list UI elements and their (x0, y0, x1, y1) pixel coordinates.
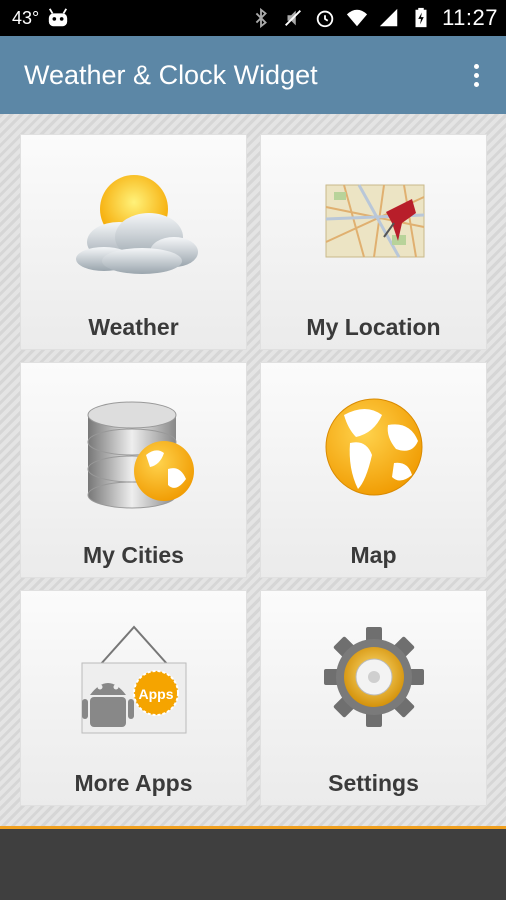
globe-icon (325, 398, 422, 496)
temperature-text: 43° (12, 7, 40, 28)
map-tile[interactable]: Map (260, 362, 487, 578)
apps-badge-text: Apps (138, 686, 173, 702)
bottom-area (0, 829, 506, 900)
status-bar: 43° 11:27 (0, 0, 506, 36)
tile-label: Map (350, 542, 397, 568)
app-bar: Weather & Clock Widget (0, 36, 506, 114)
bluetooth-icon (255, 7, 268, 29)
tile-grid: Weather My Location My Cities Map Apps M… (20, 134, 487, 806)
overflow-menu-icon[interactable] (464, 55, 488, 95)
signal-icon (379, 8, 398, 27)
map-pin-icon (325, 184, 424, 258)
my-location-tile[interactable]: My Location (260, 134, 487, 350)
mute-icon (285, 10, 302, 26)
tile-label: More Apps (74, 770, 193, 796)
app-title: Weather & Clock Widget (24, 59, 318, 90)
tile-label: My Cities (83, 542, 184, 568)
settings-tile[interactable]: Settings (260, 590, 487, 806)
my-cities-tile[interactable]: My Cities (20, 362, 247, 578)
more-apps-tile[interactable]: Apps More Apps (20, 590, 247, 806)
gear-icon (323, 627, 424, 727)
android-notification-icon (49, 8, 68, 27)
battery-icon (415, 7, 427, 28)
wifi-icon (346, 9, 368, 27)
more-apps-icon: Apps (81, 625, 186, 734)
tile-label: Weather (88, 314, 179, 340)
tile-label: My Location (306, 314, 441, 340)
weather-tile[interactable]: Weather (20, 134, 247, 350)
weather-icon (75, 175, 198, 274)
alarm-icon (316, 10, 334, 28)
main-content: Weather My Location My Cities Map Apps M… (0, 114, 506, 826)
clock-time: 11:27 (442, 5, 498, 30)
tile-label: Settings (328, 770, 419, 796)
database-globe-icon (87, 401, 194, 509)
